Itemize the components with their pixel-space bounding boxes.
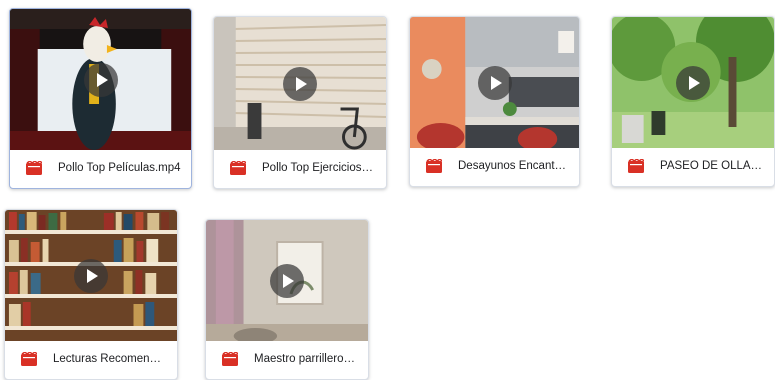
file-card[interactable]: Lecturas Recomendadas.mp4 [4, 209, 178, 380]
video-file-icon [230, 161, 246, 175]
file-card[interactable]: Pollo Top Películas.mp4 [9, 8, 192, 189]
video-thumbnail[interactable] [214, 17, 386, 150]
play-icon[interactable] [270, 263, 304, 298]
file-caption: Pollo Top Ejercicios.mp4 [214, 148, 386, 188]
play-icon[interactable] [477, 65, 512, 100]
video-thumbnail[interactable] [410, 17, 579, 148]
file-name: Maestro parrillero.mp4 [254, 353, 358, 365]
video-thumbnail[interactable] [10, 9, 191, 150]
file-caption: Maestro parrillero.mp4 [206, 339, 368, 379]
file-caption: Desayunos Encantados.mp4 [410, 146, 579, 186]
file-name: Desayunos Encantados.mp4 [458, 160, 569, 172]
file-name: Lecturas Recomendadas.mp4 [53, 353, 167, 365]
video-file-icon [426, 159, 442, 173]
file-name: PASEO DE OLLA.mp4 [660, 160, 764, 172]
play-icon[interactable] [676, 65, 710, 100]
play-icon[interactable] [283, 66, 317, 101]
video-file-icon [222, 352, 238, 366]
file-caption: Pollo Top Películas.mp4 [10, 148, 191, 188]
file-name: Pollo Top Películas.mp4 [58, 162, 181, 174]
video-file-icon [26, 161, 42, 175]
file-card[interactable]: Pollo Top Ejercicios.mp4 [213, 16, 387, 189]
file-card[interactable]: Desayunos Encantados.mp4 [409, 16, 580, 187]
file-name: Pollo Top Ejercicios.mp4 [262, 162, 376, 174]
video-file-icon [628, 159, 644, 173]
file-card[interactable]: PASEO DE OLLA.mp4 [611, 16, 775, 187]
video-thumbnail[interactable] [612, 17, 774, 148]
file-caption: Lecturas Recomendadas.mp4 [5, 339, 177, 379]
play-icon[interactable] [74, 258, 108, 293]
video-thumbnail[interactable] [206, 220, 368, 341]
video-file-icon [21, 352, 37, 366]
video-thumbnail[interactable] [5, 210, 177, 341]
file-caption: PASEO DE OLLA.mp4 [612, 146, 774, 186]
play-icon[interactable] [83, 62, 118, 97]
file-card[interactable]: Maestro parrillero.mp4 [205, 219, 369, 380]
